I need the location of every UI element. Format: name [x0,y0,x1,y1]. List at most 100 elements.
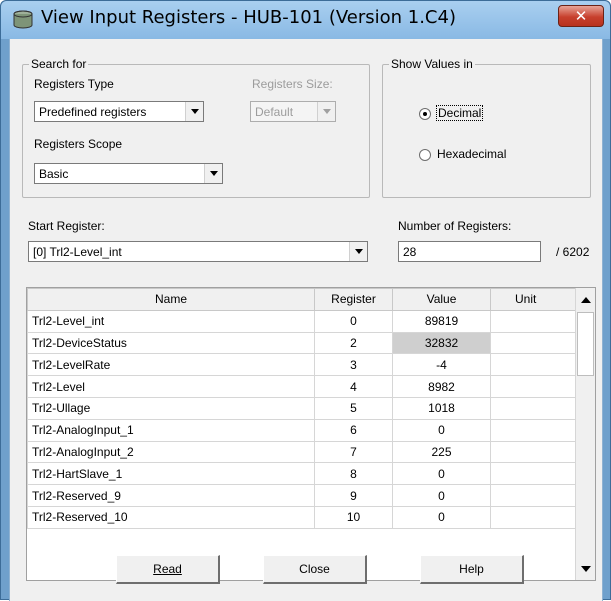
total-registers-count: / 6202 [556,245,590,259]
row-unit-cell [490,353,576,377]
row-name-cell: Trl2-HartSlave_1 [27,462,315,486]
column-header-unit[interactable]: Unit [490,288,576,311]
table-vertical-scrollbar[interactable] [575,288,595,580]
table-row[interactable]: Trl2-LevelRate 3 -4 [27,353,576,377]
chevron-down-icon[interactable] [317,102,335,121]
title-bar[interactable]: View Input Registers - HUB-101 (Version … [1,1,610,39]
start-register-dropdown[interactable]: [0] Trl2-Level_int [28,241,368,262]
chevron-down-icon[interactable] [185,102,203,121]
row-register-cell: 0 [314,309,393,333]
help-button[interactable]: Help [420,555,524,584]
row-value-cell[interactable]: 1018 [392,396,491,420]
number-of-registers-label: Number of Registers: [398,219,512,233]
row-unit-cell [490,331,576,355]
row-value-cell[interactable]: 89819 [392,309,491,333]
table-header-row: Name Register Value Unit [27,288,576,311]
column-header-name[interactable]: Name [27,288,315,311]
registers-type-label: Registers Type [34,77,114,91]
registers-size-dropdown[interactable]: Default [250,101,336,122]
row-register-cell: 9 [314,484,393,507]
row-unit-cell [490,440,576,464]
scrollbar-thumb[interactable] [577,312,594,376]
read-button[interactable]: Read [116,555,220,584]
column-header-value[interactable]: Value [392,288,491,311]
row-unit-cell [490,484,576,507]
column-header-register[interactable]: Register [314,288,393,311]
close-button[interactable]: Close [263,555,367,584]
table-row[interactable]: Trl2-Reserved_9 9 0 [27,484,576,507]
dialog-window: View Input Registers - HUB-101 (Version … [0,0,611,601]
table-row[interactable]: Trl2-Reserved_10 10 0 [27,505,576,529]
registers-scope-label: Registers Scope [34,137,123,151]
row-name-cell: Trl2-AnalogInput_1 [27,418,315,442]
table-row[interactable]: Trl2-DeviceStatus 2 32832 [27,331,576,355]
registers-type-dropdown[interactable]: Predefined registers [34,101,204,122]
row-unit-cell [490,462,576,486]
chevron-down-icon[interactable] [349,242,367,261]
row-name-cell: Trl2-Reserved_9 [27,484,315,507]
row-name-cell: Trl2-Level_int [27,309,315,333]
registers-scope-value: Basic [39,167,69,181]
row-value-cell[interactable]: 225 [392,440,491,464]
row-value-cell[interactable]: 0 [392,505,491,529]
scroll-down-button[interactable] [576,558,595,579]
registers-size-value: Default [255,105,294,119]
decimal-label-text: Decimal [436,105,484,121]
row-register-cell: 4 [314,375,393,398]
row-register-cell: 8 [314,462,393,486]
row-register-cell: 6 [314,418,393,442]
row-value-cell[interactable]: -4 [392,353,491,377]
row-name-cell: Trl2-Ullage [27,396,315,420]
radio-selected-dot [423,112,427,116]
table-row[interactable]: Trl2-AnalogInput_2 7 225 [27,440,576,464]
row-unit-cell [490,396,576,420]
row-name-cell: Trl2-Level [27,375,315,398]
decimal-label[interactable]: Decimal [436,105,484,121]
decimal-radio[interactable] [419,108,431,120]
table-row[interactable]: Trl2-Level_int 0 89819 [27,309,576,333]
row-unit-cell [490,375,576,398]
registers-table[interactable]: Name Register Value Unit Trl2-Level_int 0… [26,287,596,581]
row-value-cell[interactable]: 0 [392,418,491,442]
row-value-cell[interactable]: 8982 [392,375,491,398]
chevron-down-icon[interactable] [204,164,222,183]
row-value-cell-selected[interactable]: 32832 [392,331,491,355]
table-row[interactable]: Trl2-AnalogInput_1 6 0 [27,418,576,442]
read-button-label: Read [153,562,182,576]
close-window-button[interactable]: ✕ [558,5,604,27]
row-name-cell: Trl2-AnalogInput_2 [27,440,315,464]
table-row[interactable]: Trl2-Ullage 5 1018 [27,396,576,420]
window-title: View Input Registers - HUB-101 (Version … [41,7,456,28]
database-icon [13,10,33,29]
registers-size-label: Registers Size: [252,77,333,91]
row-register-cell: 7 [314,440,393,464]
scroll-up-button[interactable] [576,289,595,310]
show-values-group: Show Values in [382,57,591,198]
registers-scope-dropdown[interactable]: Basic [34,163,223,184]
number-of-registers-input[interactable]: 28 [398,241,541,262]
row-value-cell[interactable]: 0 [392,462,491,486]
row-unit-cell [490,309,576,333]
row-name-cell: Trl2-Reserved_10 [27,505,315,529]
close-icon: ✕ [574,8,588,25]
row-unit-cell [490,418,576,442]
hexadecimal-label[interactable]: Hexadecimal [437,147,506,161]
chevron-down-icon [580,565,591,572]
row-unit-cell [490,505,576,529]
help-button-label: Help [459,562,484,576]
table-row[interactable]: Trl2-Level 4 8982 [27,375,576,398]
row-register-cell: 3 [314,353,393,377]
row-value-cell[interactable]: 0 [392,484,491,507]
registers-type-value: Predefined registers [39,105,147,119]
search-for-legend: Search for [31,57,87,71]
row-name-cell: Trl2-LevelRate [27,353,315,377]
start-register-label: Start Register: [28,219,105,233]
show-values-legend: Show Values in [391,57,473,71]
row-register-cell: 10 [314,505,393,529]
close-button-label: Close [299,562,330,576]
row-register-cell: 5 [314,396,393,420]
hexadecimal-radio[interactable] [419,149,431,161]
chevron-up-icon [580,296,591,303]
table-row[interactable]: Trl2-HartSlave_1 8 0 [27,462,576,486]
start-register-value: [0] Trl2-Level_int [33,245,122,259]
